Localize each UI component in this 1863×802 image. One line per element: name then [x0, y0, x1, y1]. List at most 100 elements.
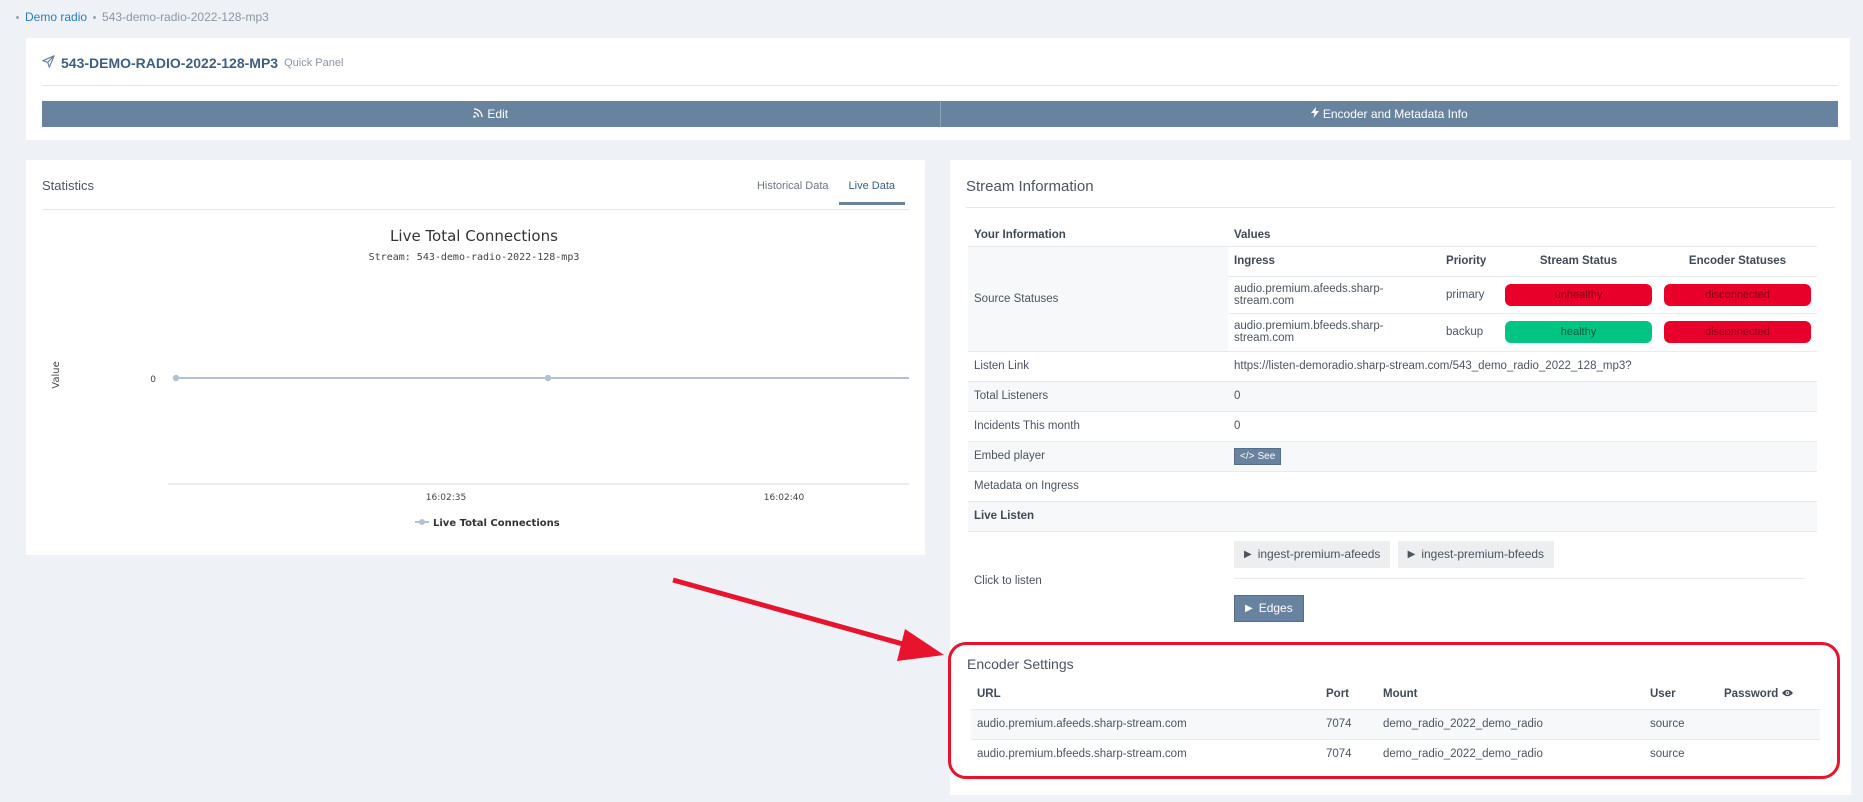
encoder-password [1718, 708, 1820, 739]
chart-y-axis-label: Value [51, 361, 62, 388]
embed-player-row: Embed player </> See [968, 440, 1817, 471]
listen-button-label: ingest-premium-bfeeds [1421, 547, 1545, 562]
data-point[interactable] [544, 374, 552, 382]
data-point[interactable] [172, 374, 180, 382]
source-statuses-cell: Ingress Priority Stream Status Encoder S… [1228, 245, 1817, 351]
live-listen-heading: Live Listen [968, 500, 1228, 531]
row-label: Incidents This month [968, 410, 1228, 441]
column-header: Stream Status [1539, 255, 1618, 268]
incidents-row: Incidents This month 0 [968, 410, 1817, 441]
encoder-settings-section: Encoder Settings URL Port Mount User Pas… [948, 642, 1840, 779]
column-header: User [1650, 687, 1676, 700]
row-label: Click to listen [968, 530, 1228, 631]
stream-name: 543-DEMO-RADIO-2022-128-MP3 [61, 55, 279, 71]
encoder-metadata-info-button[interactable]: Encoder and Metadata Info [940, 101, 1838, 127]
column-header: Encoder Statuses [1688, 255, 1787, 268]
source-statuses-row: Source Statuses Ingress Priority Stream … [968, 245, 1817, 351]
table-header-row: Your Information Values [968, 224, 1817, 246]
total-listeners-value: 0 [1228, 380, 1817, 411]
row-label: Total Listeners [968, 380, 1228, 411]
chart-title: Live Total Connections [390, 227, 558, 245]
arrow-line [672, 577, 911, 649]
row-label: Metadata on Ingress [968, 470, 1228, 501]
table-row: audio.premium.afeeds.sharp-stream.com 70… [971, 708, 1820, 739]
divider [42, 85, 1838, 86]
row-label: Source Statuses [968, 245, 1228, 351]
legend-marker [419, 519, 425, 525]
breadcrumb-parent-link[interactable]: Demo radio [25, 10, 87, 24]
statistics-panel: Statistics Historical Data Live Data Liv… [26, 160, 925, 555]
listen-link-value[interactable]: https://listen-demoradio.sharp-stream.co… [1228, 350, 1817, 381]
tab-live-data[interactable]: Live Data [838, 176, 905, 205]
edges-button-label: Edges [1258, 601, 1293, 616]
see-button-label: See [1257, 450, 1276, 462]
paper-plane-icon [42, 55, 55, 71]
table-row: audio.premium.afeeds.sharp-stream.com pr… [1228, 276, 1817, 314]
stream-status-badge: healthy [1504, 321, 1652, 344]
eye-icon[interactable] [1781, 688, 1793, 700]
click-to-listen-row: Click to listen ▶ ingest-premium-afeeds … [968, 530, 1817, 631]
legend-label: Live Total Connections [433, 518, 560, 529]
arrow-head [897, 629, 944, 661]
live-listen-row: Live Listen [968, 500, 1817, 531]
column-header: Priority [1446, 255, 1487, 268]
column-header: Mount [1383, 687, 1418, 700]
play-icon: ▶ [1245, 602, 1253, 614]
breadcrumb-dot [16, 15, 19, 19]
encoder-password [1718, 738, 1820, 769]
encoder-user: source [1644, 738, 1718, 769]
column-header: Ingress [1234, 255, 1275, 268]
encoder-status-badge: disconnected [1664, 321, 1811, 344]
edges-button[interactable]: ▶ Edges [1234, 594, 1304, 622]
encoder-settings-title: Encoder Settings [967, 656, 1074, 672]
play-icon: ▶ [1407, 548, 1416, 560]
embed-see-button[interactable]: </> See [1234, 447, 1282, 465]
encoder-metadata-info-label: Encoder and Metadata Info [1322, 107, 1468, 121]
row-label: Embed player [968, 440, 1228, 471]
source-statuses-table: Ingress Priority Stream Status Encoder S… [1228, 247, 1817, 351]
table-header-row: URL Port Mount User Password [971, 679, 1820, 709]
code-icon: </> [1240, 450, 1255, 462]
listen-link-row: Listen Link https://listen-demoradio.sha… [968, 350, 1817, 381]
metadata-value [1228, 470, 1817, 501]
encoder-port: 7074 [1320, 738, 1377, 769]
breadcrumb: Demo radio 543-demo-radio-2022-128-mp3 [16, 10, 269, 24]
table-row: audio.premium.bfeeds.sharp-stream.com ba… [1228, 313, 1817, 351]
quick-panel: 543-DEMO-RADIO-2022-128-MP3 Quick Panel … [26, 38, 1850, 140]
statistics-title: Statistics [42, 178, 95, 193]
listen-bfeeds-button[interactable]: ▶ ingest-premium-bfeeds [1397, 540, 1555, 568]
priority: backup [1440, 313, 1499, 351]
quick-panel-buttons: Edit Encoder and Metadata Info [42, 101, 1838, 127]
column-header: URL [977, 687, 1001, 700]
edit-button-label: Edit [487, 107, 509, 121]
table-row: audio.premium.bfeeds.sharp-stream.com 70… [971, 738, 1820, 769]
listen-afeeds-button[interactable]: ▶ ingest-premium-afeeds [1234, 540, 1391, 568]
password-column-header[interactable]: Password [1718, 679, 1820, 709]
incidents-value: 0 [1228, 410, 1817, 441]
stream-info-table: Your Information Values Source Statuses … [968, 224, 1817, 631]
rss-icon [473, 107, 484, 121]
play-icon: ▶ [1244, 548, 1252, 560]
chart-legend[interactable]: Live Total Connections [415, 518, 560, 529]
row-label: Listen Link [968, 350, 1228, 381]
encoder-mount: demo_radio_2022_demo_radio [1377, 708, 1644, 739]
ingress-host: audio.premium.bfeeds.sharp-stream.com [1228, 313, 1441, 351]
edit-button[interactable]: Edit [42, 101, 941, 127]
tab-historical-data[interactable]: Historical Data [747, 176, 839, 205]
chart-x-tick-label: 16:02:35 [426, 493, 466, 503]
live-connections-chart: Live Total Connections Stream: 543-demo-… [51, 227, 909, 529]
divider [42, 209, 909, 210]
password-header-label: Password [1724, 687, 1779, 700]
encoder-status-badge: disconnected [1664, 284, 1811, 306]
encoder-url: audio.premium.bfeeds.sharp-stream.com [971, 738, 1320, 769]
column-header: Port [1326, 687, 1349, 700]
table-header-row: Ingress Priority Stream Status Encoder S… [1228, 247, 1817, 277]
encoder-port: 7074 [1320, 708, 1377, 739]
breadcrumb-dot [93, 15, 97, 19]
listen-button-label: ingest-premium-afeeds [1257, 547, 1381, 562]
column-header: Your Information [974, 228, 1066, 241]
chart-x-tick-label: 16:02:40 [764, 493, 805, 503]
total-listeners-row: Total Listeners 0 [968, 380, 1817, 411]
breadcrumb-current: 543-demo-radio-2022-128-mp3 [102, 10, 269, 24]
ingress-host: audio.premium.afeeds.sharp-stream.com [1228, 276, 1441, 314]
